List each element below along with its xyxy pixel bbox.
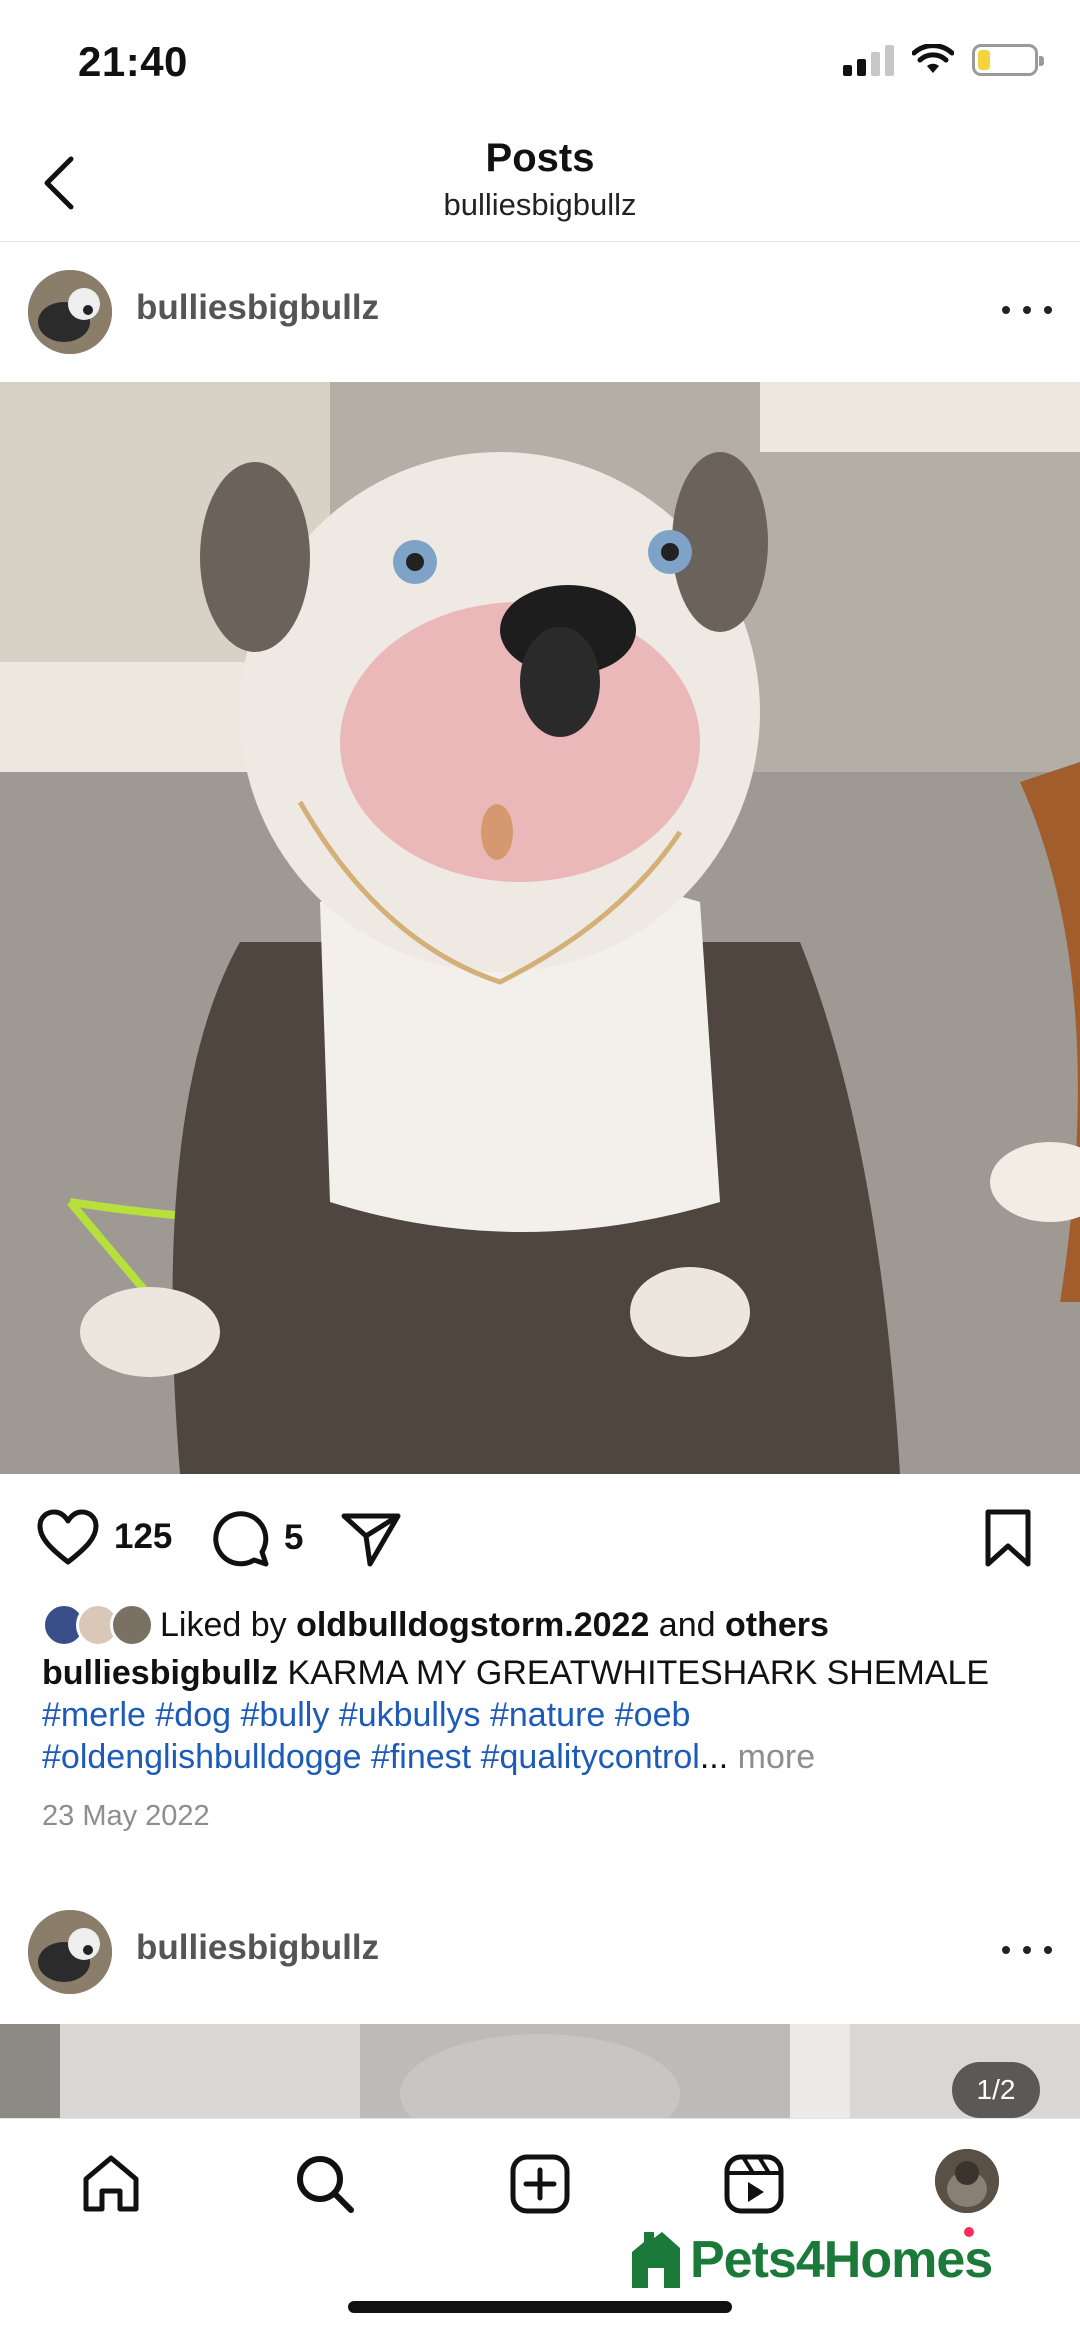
post-username[interactable]: bulliesbigbullz — [136, 1928, 379, 1968]
reels-icon — [724, 2154, 784, 2214]
watermark-text: Pets4Homes — [690, 2231, 993, 2289]
tab-home[interactable] — [76, 2149, 146, 2219]
tab-profile-avatar[interactable] — [935, 2149, 999, 2213]
heart-icon — [37, 1509, 99, 1565]
like-count[interactable]: 125 — [114, 1517, 172, 1557]
hashtag[interactable]: #bully — [240, 1696, 329, 1734]
wifi-icon — [912, 44, 954, 73]
hashtag[interactable]: #oldenglishbulldogge — [42, 1738, 362, 1776]
hashtag[interactable]: #dog — [155, 1696, 231, 1734]
hashtag[interactable]: #ukbullys — [339, 1696, 481, 1734]
hashtag[interactable]: #finest — [371, 1738, 471, 1776]
post-date: 23 May 2022 — [42, 1800, 210, 1832]
send-icon — [341, 1513, 401, 1567]
hashtag[interactable]: #merle — [42, 1696, 146, 1734]
post-header: bulliesbigbullz — [0, 242, 1080, 382]
caption-ellipsis: ... — [699, 1738, 729, 1776]
hashtag[interactable]: #oeb — [615, 1696, 691, 1734]
post-header-2: bulliesbigbullz — [0, 1882, 1080, 2022]
share-button[interactable] — [340, 1510, 402, 1568]
comment-action[interactable]: 5 — [210, 1508, 303, 1568]
pets4homes-watermark: Pets4Homes — [628, 2228, 993, 2292]
carousel-page-indicator: 1/2 — [952, 2062, 1040, 2118]
hashtags-line-2: #oldenglishbulldogge #finest #qualitycon… — [42, 1736, 1052, 1778]
nav-header: Posts bulliesbigbullz — [0, 130, 1080, 242]
profile-avatar-icon — [935, 2149, 999, 2213]
hashtag[interactable]: #qualitycontrol — [481, 1738, 700, 1776]
pets4homes-logo-icon — [632, 2232, 680, 2288]
post-photo-2[interactable] — [0, 2024, 1080, 2118]
liked-by-user[interactable]: oldbulldogstorm.2022 — [296, 1606, 649, 1644]
page-subtitle: bulliesbigbullz — [443, 187, 637, 222]
nav-title-group: Posts bulliesbigbullz — [0, 136, 1080, 223]
hashtags-line-1: #merle #dog #bully #ukbullys #nature #oe… — [42, 1694, 1052, 1736]
hashtag[interactable]: #nature — [490, 1696, 605, 1734]
more-link[interactable]: more — [738, 1738, 815, 1776]
liker-avatar — [110, 1603, 154, 1647]
second-photo-preview — [0, 2024, 1080, 2118]
home-indicator[interactable] — [348, 2301, 732, 2313]
more-options-button[interactable] — [1002, 1930, 1052, 1970]
likes-row[interactable]: Liked by oldbulldogstorm.2022 and others — [42, 1600, 829, 1650]
post-caption: bulliesbigbullz KARMA MY GREATWHITESHARK… — [42, 1652, 1052, 1778]
caption-username[interactable]: bulliesbigbullz — [42, 1654, 278, 1692]
more-options-button[interactable] — [1002, 290, 1052, 330]
avatar-dog-icon — [28, 270, 112, 354]
search-icon — [297, 2156, 354, 2213]
create-icon — [510, 2154, 570, 2214]
avatar[interactable] — [28, 270, 112, 354]
avatar[interactable] — [28, 1910, 112, 1994]
tab-reels[interactable] — [719, 2149, 789, 2219]
caption-line-1: bulliesbigbullz KARMA MY GREATWHITESHARK… — [42, 1652, 1052, 1694]
status-bar: 21:40 — [0, 0, 1080, 130]
liked-by-others[interactable]: others — [725, 1606, 829, 1644]
home-icon — [83, 2155, 139, 2212]
comment-icon — [213, 1511, 269, 1567]
caption-text: KARMA MY GREATWHITESHARK SHEMALE — [278, 1654, 990, 1692]
post-actions: 125 5 — [0, 1490, 1080, 1585]
liked-by-text: Liked by oldbulldogstorm.2022 and others — [160, 1605, 829, 1644]
like-action[interactable]: 125 — [36, 1508, 172, 1566]
tab-create[interactable] — [505, 2149, 575, 2219]
post-username[interactable]: bulliesbigbullz — [136, 288, 379, 328]
signal-icon — [843, 44, 894, 76]
bookmark-icon — [985, 1509, 1031, 1567]
save-button[interactable] — [982, 1508, 1034, 1568]
battery-icon — [972, 44, 1044, 76]
liker-avatars — [42, 1601, 160, 1649]
comment-count[interactable]: 5 — [284, 1518, 303, 1558]
bulldog-photo — [0, 382, 1080, 1474]
status-time: 21:40 — [78, 38, 188, 85]
avatar-dog-icon — [28, 1910, 112, 1994]
page-title: Posts — [485, 136, 595, 180]
tab-search[interactable] — [290, 2149, 360, 2219]
status-icons — [843, 44, 1044, 76]
post-photo[interactable] — [0, 382, 1080, 1474]
